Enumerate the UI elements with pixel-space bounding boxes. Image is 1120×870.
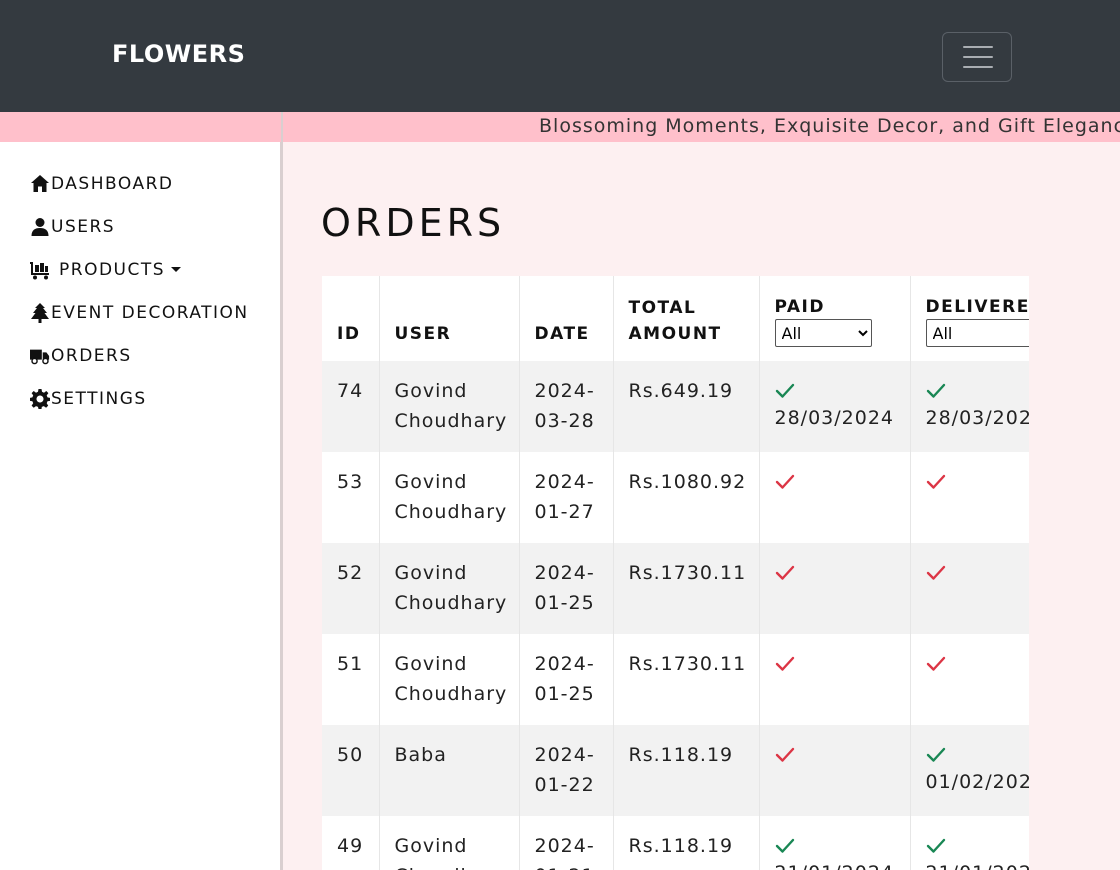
table-row[interactable]: 52 Govind Choudhary 2024-01-25 Rs.1730.11 [322, 543, 1029, 634]
sidebar-item-label: DASHBOARD [51, 173, 174, 194]
delivered-date: 21/01/2024 [926, 858, 1030, 870]
check-green-icon [926, 383, 1030, 399]
sidebar: DASHBOARD USERS PRODUCTS EVENT DECORATIO… [0, 112, 283, 870]
check-green-icon [926, 747, 1030, 763]
table-row[interactable]: 49Govind Choudhary2024-01-21Rs.118.19 21/… [322, 816, 1029, 870]
column-header-delivered: DELIVERED All [910, 276, 1029, 361]
check-red-icon [926, 565, 1030, 581]
orders-table-body: 74 Govind Choudhary 2024-03-28 Rs.649.19 28/… [322, 361, 1029, 870]
column-header-total: TOTAL AMOUNT [613, 276, 760, 361]
cell-paid [759, 543, 911, 634]
paid-filter-select[interactable]: All [774, 319, 872, 347]
cell-user: Baba [379, 725, 520, 816]
cell-delivered [910, 543, 1029, 634]
cart-icon [30, 261, 49, 279]
table-row[interactable]: 51 Govind Choudhary 2024-01-25 Rs.1730.11 [322, 634, 1029, 725]
cell-paid [759, 725, 911, 816]
delivered-date: 28/03/2024 [925, 407, 1030, 429]
cell-total: Rs.649.19 [613, 361, 760, 452]
user-icon [31, 217, 49, 236]
paid-date: 21/01/2024 [775, 858, 895, 870]
cell-date: 2024-01-27 [519, 452, 614, 543]
table-row[interactable]: 74 Govind Choudhary 2024-03-28 Rs.649.19 28/… [322, 361, 1029, 452]
cell-id: 52 [322, 543, 380, 634]
column-header-delivered-label: DELIVERED [925, 297, 1030, 317]
cell-paid: 28/03/2024 [759, 361, 911, 452]
sidebar-item-label: SETTINGS [51, 388, 147, 409]
column-header-id: ID [322, 276, 380, 361]
hamburger-icon [963, 56, 993, 58]
cell-user: Govind Choudhary [379, 361, 520, 452]
check-red-icon [926, 474, 1030, 490]
cell-total: Rs.1730.11 [613, 543, 760, 634]
check-red-icon [775, 474, 895, 490]
cell-delivered: 28/03/2024 [910, 361, 1029, 452]
cell-date: 2024-01-25 [519, 543, 614, 634]
page-title: ORDERS [321, 201, 506, 245]
check-green-icon [926, 838, 1030, 854]
table-header-row: ID USER DATE TOTAL AMOUNT PAID All DELIV… [322, 276, 1029, 361]
cell-id: 74 [322, 361, 380, 452]
cell-user: Govind Choudhary [379, 816, 520, 870]
cell-delivered [910, 634, 1029, 725]
tree-icon [31, 302, 49, 323]
cell-date: 2024-03-28 [519, 361, 614, 452]
cell-user: Govind Choudhary [379, 452, 520, 543]
table-row[interactable]: 53 Govind Choudhary 2024-01-27 Rs.1080.92 [322, 452, 1029, 543]
paid-date: 28/03/2024 [774, 407, 895, 429]
cell-total: Rs.1080.92 [613, 452, 760, 543]
cell-user: Govind Choudhary [379, 543, 520, 634]
column-header-paid: PAID All [759, 276, 911, 361]
cell-date: 2024-01-25 [519, 634, 614, 725]
column-header-date: DATE [519, 276, 614, 361]
orders-table-container[interactable]: ID USER DATE TOTAL AMOUNT PAID All DELIV… [322, 276, 1029, 870]
menu-toggle-button[interactable] [942, 32, 1012, 82]
sidebar-menu: DASHBOARD USERS PRODUCTS EVENT DECORATIO… [30, 168, 249, 426]
sidebar-item-label: ORDERS [51, 345, 132, 366]
sidebar-item-settings[interactable]: SETTINGS [30, 371, 249, 426]
cell-delivered: 21/01/2024 [910, 816, 1029, 870]
table-row[interactable]: 50Baba2024-01-22Rs.118.19 01/02/2024 [322, 725, 1029, 816]
cell-delivered: 01/02/2024 [910, 725, 1029, 816]
cell-user: Govind Choudhary [379, 634, 520, 725]
brand-logo[interactable]: FLOWERS [112, 40, 245, 68]
chevron-down-icon [171, 267, 182, 272]
cell-paid [759, 452, 911, 543]
check-red-icon [775, 747, 895, 763]
cell-id: 51 [322, 634, 380, 725]
home-icon [31, 174, 49, 192]
hamburger-icon [963, 46, 993, 48]
cell-total: Rs.1730.11 [613, 634, 760, 725]
cell-total: Rs.118.19 [613, 725, 760, 816]
cell-date: 2024-01-22 [519, 725, 614, 816]
cell-id: 49 [322, 816, 380, 870]
delivered-date: 01/02/2024 [925, 771, 1030, 793]
cell-id: 50 [322, 725, 380, 816]
check-red-icon [926, 656, 1030, 672]
truck-icon [30, 349, 50, 364]
column-header-paid-label: PAID [774, 297, 825, 317]
sidebar-item-label: EVENT DECORATION [51, 302, 249, 323]
sidebar-item-label: PRODUCTS [59, 259, 166, 280]
check-green-icon [775, 383, 895, 399]
orders-table: ID USER DATE TOTAL AMOUNT PAID All DELIV… [322, 276, 1029, 870]
gear-icon [30, 388, 50, 409]
cell-paid [759, 634, 911, 725]
check-red-icon [775, 656, 895, 672]
cell-paid: 21/01/2024 [759, 816, 911, 870]
check-green-icon [775, 838, 895, 854]
marquee-text: Blossoming Moments, Exquisite Decor, and… [539, 115, 1120, 137]
cell-date: 2024-01-21 [519, 816, 614, 870]
sidebar-item-label: USERS [51, 216, 116, 237]
cell-id: 53 [322, 452, 380, 543]
cell-delivered [910, 452, 1029, 543]
navbar: FLOWERS [0, 0, 1120, 112]
column-header-user: USER [379, 276, 520, 361]
hamburger-icon [963, 66, 993, 68]
cell-total: Rs.118.19 [613, 816, 760, 870]
sidebar-banner-strip [0, 112, 281, 142]
delivered-filter-select[interactable]: All [925, 319, 1029, 347]
check-red-icon [775, 565, 895, 581]
